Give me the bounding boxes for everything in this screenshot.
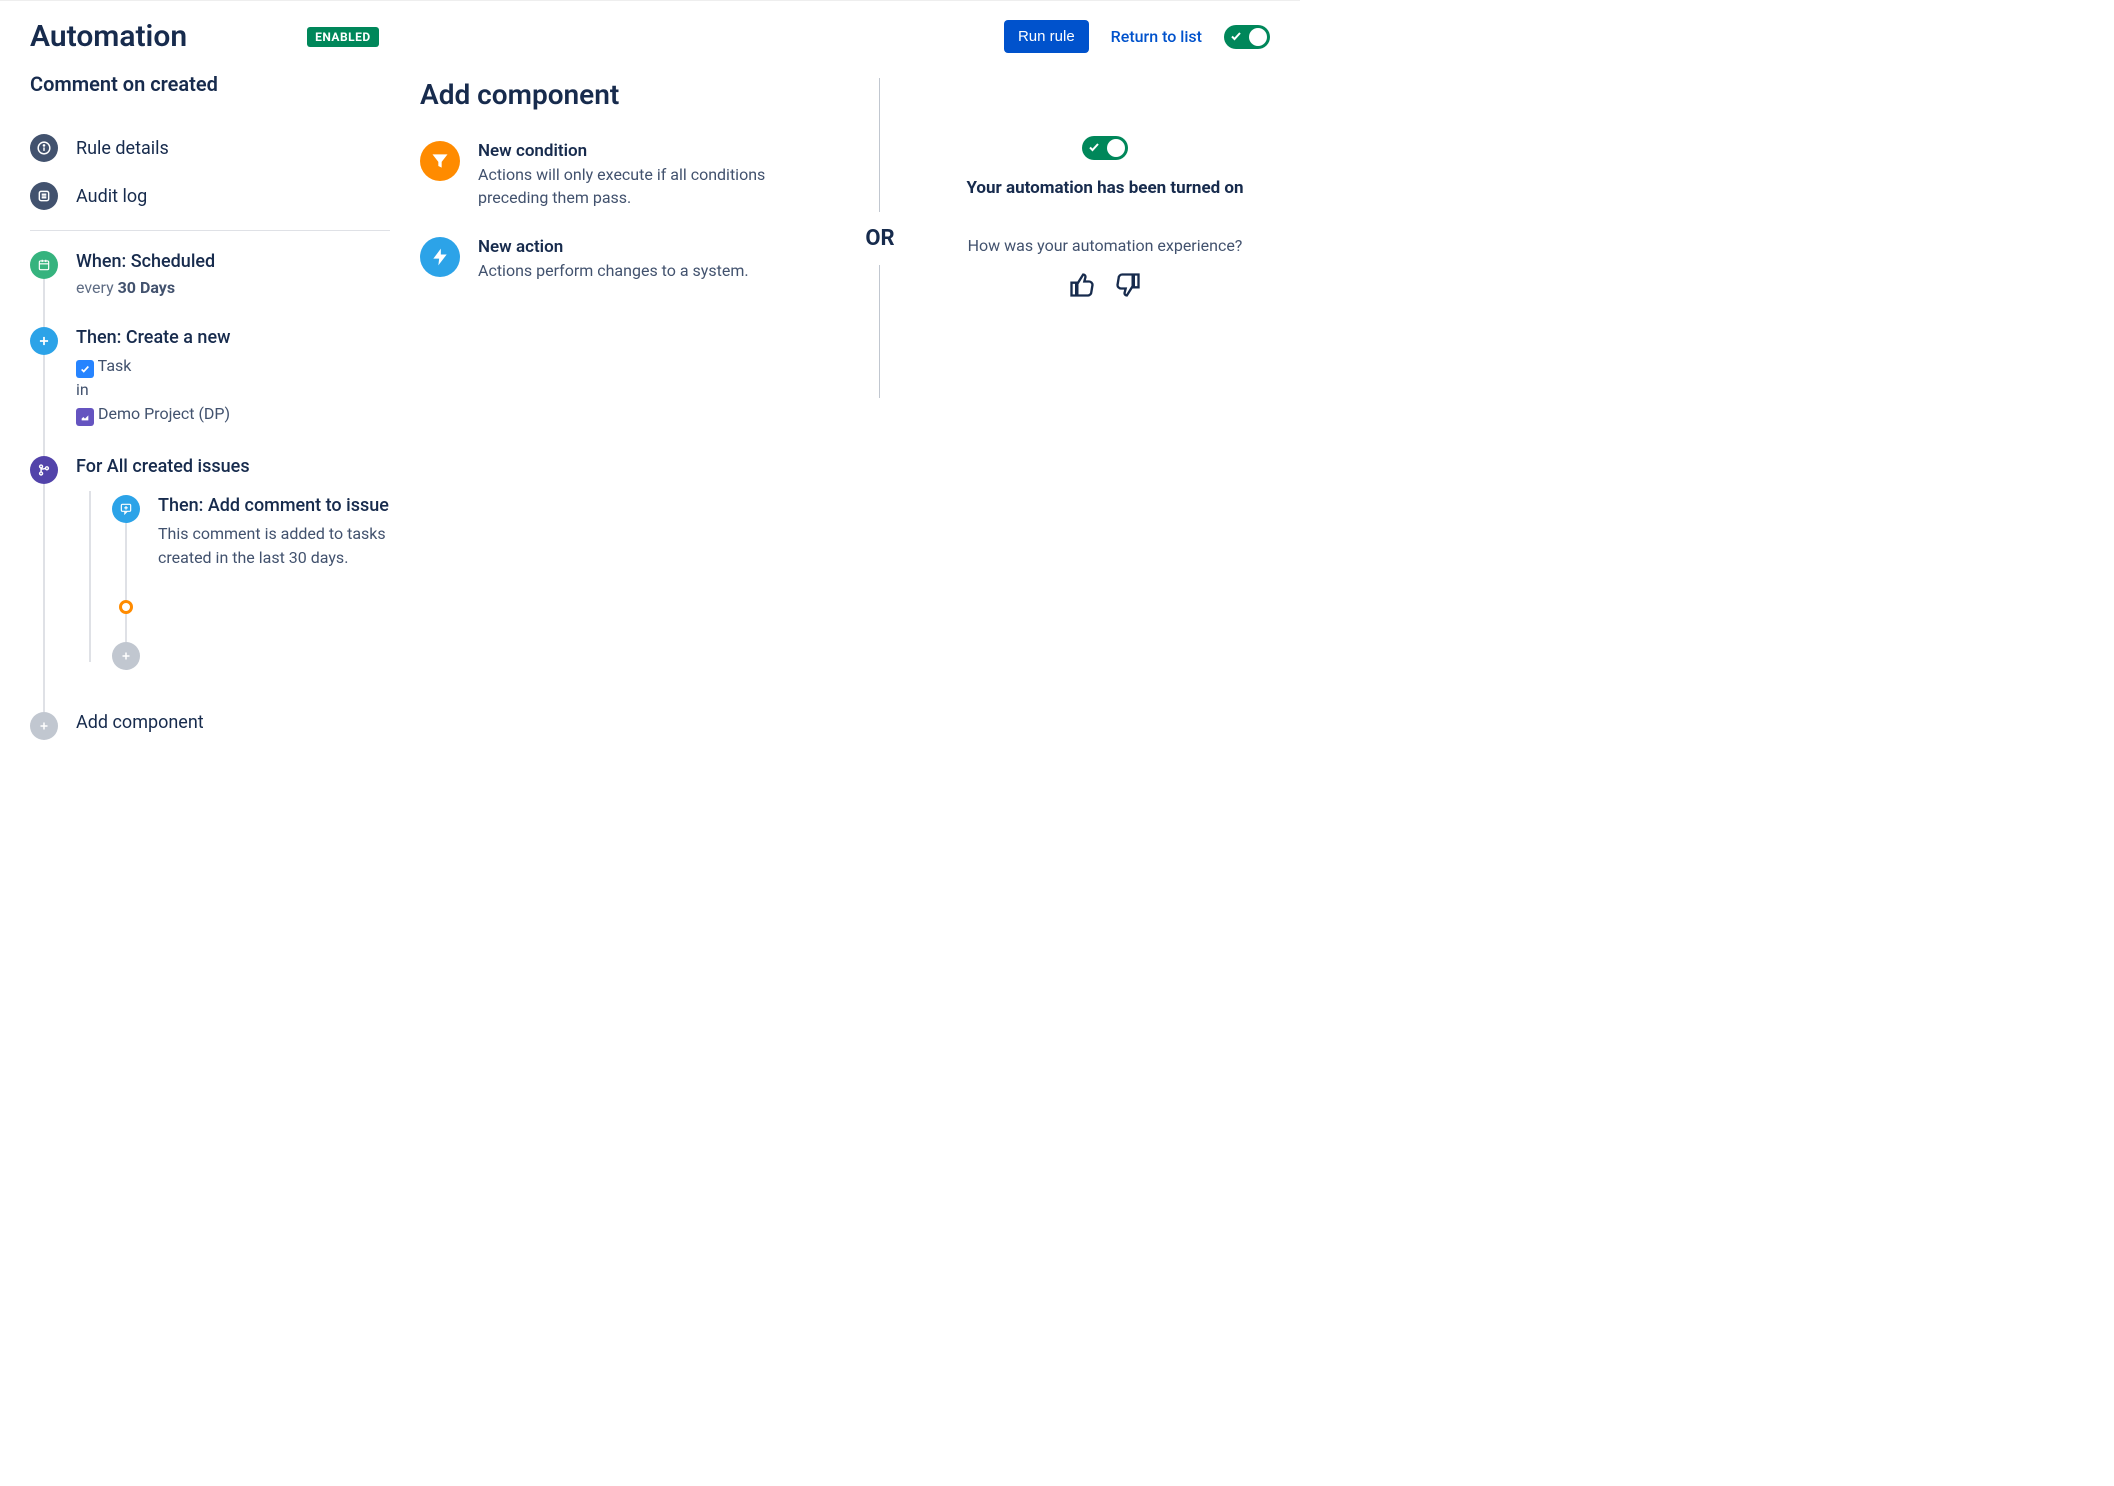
info-icon <box>30 134 58 162</box>
add-comment-step[interactable]: Then: Add comment to issue This comment … <box>112 495 390 600</box>
create-issue-in: in <box>76 378 230 402</box>
add-component-panel: Add component New condition Actions will… <box>420 72 820 740</box>
rule-timeline: When: Scheduled every 30 Days <box>30 251 390 740</box>
page-title: Automation <box>30 19 187 54</box>
add-component-label: Add component <box>76 712 204 733</box>
rule-name: Comment on created <box>30 72 390 96</box>
branch-end-marker <box>112 600 390 642</box>
funnel-icon <box>420 141 460 181</box>
new-condition-option[interactable]: New condition Actions will only execute … <box>420 141 820 209</box>
trigger-subtitle: every 30 Days <box>76 278 215 297</box>
audit-log-label: Audit log <box>76 186 147 207</box>
automation-on-toggle[interactable] <box>1082 136 1128 160</box>
new-condition-desc: Actions will only execute if all conditi… <box>478 163 820 209</box>
rule-details-nav[interactable]: Rule details <box>30 124 390 172</box>
branch-icon <box>30 456 58 484</box>
branch-step[interactable]: For All created issues <box>30 456 390 712</box>
thumbs-up-button[interactable] <box>1068 271 1096 303</box>
create-issue-project: Demo Project (DP) <box>76 402 230 426</box>
create-issue-type: Task <box>76 354 230 378</box>
trigger-title: When: Scheduled <box>76 251 215 272</box>
create-issue-step[interactable]: Then: Create a new Task in <box>30 327 390 456</box>
plus-icon <box>30 327 58 355</box>
calendar-icon <box>30 251 58 279</box>
divider <box>30 230 390 231</box>
feedback-panel: Your automation has been turned on How w… <box>940 72 1270 740</box>
add-comment-desc: This comment is added to tasks created i… <box>158 522 390 570</box>
add-icon <box>30 712 58 740</box>
rule-details-label: Rule details <box>76 138 169 159</box>
add-component-heading: Add component <box>420 78 820 111</box>
audit-log-nav[interactable]: Audit log <box>30 172 390 220</box>
check-icon <box>1230 30 1242 44</box>
trigger-step[interactable]: When: Scheduled every 30 Days <box>30 251 390 327</box>
new-action-desc: Actions perform changes to a system. <box>478 259 749 282</box>
branch-children: Then: Add comment to issue This comment … <box>112 495 390 682</box>
list-icon <box>30 182 58 210</box>
comment-icon <box>112 495 140 523</box>
new-action-option[interactable]: New action Actions perform changes to a … <box>420 237 820 282</box>
or-divider: OR <box>850 72 910 740</box>
branch-title: For All created issues <box>76 456 390 477</box>
toggle-knob <box>1249 28 1267 46</box>
rule-sidebar: Comment on created Rule details Audit lo… <box>30 72 390 740</box>
header-left: Automation ENABLED <box>30 19 379 54</box>
turned-on-message: Your automation has been turned on <box>940 178 1270 198</box>
new-condition-title: New condition <box>478 141 820 161</box>
check-icon <box>1088 141 1100 155</box>
add-component-nested[interactable] <box>112 642 390 682</box>
return-to-list-link[interactable]: Return to list <box>1111 27 1202 46</box>
feedback-question: How was your automation experience? <box>940 236 1270 255</box>
new-action-title: New action <box>478 237 749 257</box>
rule-enabled-toggle[interactable] <box>1224 25 1270 49</box>
run-rule-button[interactable]: Run rule <box>1004 20 1089 53</box>
bolt-icon <box>420 237 460 277</box>
page-header: Automation ENABLED Run rule Return to li… <box>30 19 1270 54</box>
thumbs-down-button[interactable] <box>1114 271 1142 303</box>
header-right: Run rule Return to list <box>1004 20 1270 53</box>
enabled-badge: ENABLED <box>307 27 379 47</box>
add-component-root[interactable]: Add component <box>30 712 390 740</box>
add-icon <box>112 642 140 670</box>
task-chip-icon <box>76 360 94 378</box>
project-chip-icon <box>76 408 94 426</box>
end-marker-icon <box>119 600 133 614</box>
add-comment-title: Then: Add comment to issue <box>158 495 390 516</box>
or-label: OR <box>865 212 894 265</box>
create-issue-title: Then: Create a new <box>76 327 230 348</box>
toggle-knob <box>1107 139 1125 157</box>
